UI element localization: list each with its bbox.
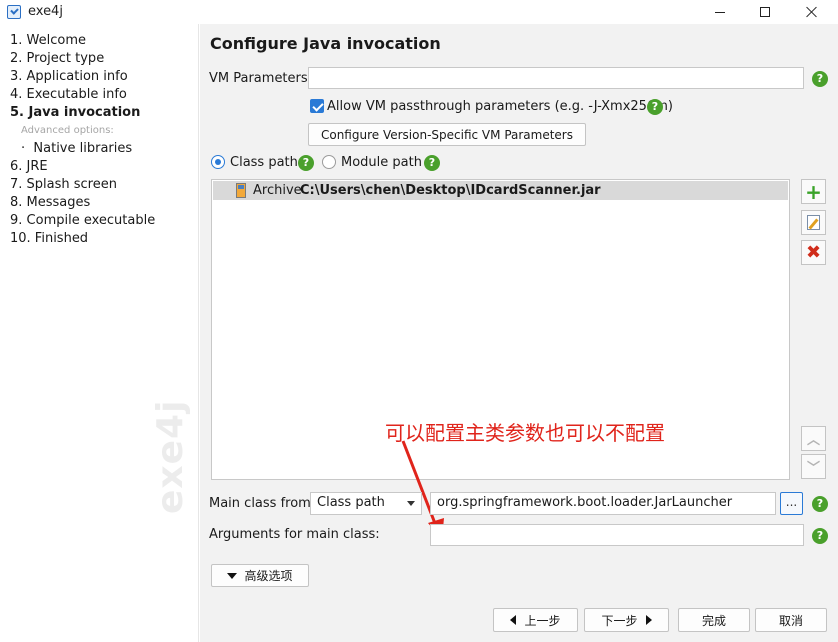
title-bar: exe4j bbox=[0, 0, 838, 24]
finish-button[interactable]: 完成 bbox=[678, 608, 750, 632]
close-icon bbox=[806, 6, 818, 18]
main-class-input[interactable]: org.springframework.boot.loader.JarLaunc… bbox=[430, 492, 776, 515]
modulepath-radio[interactable] bbox=[322, 155, 336, 169]
exe4j-watermark: exe4j bbox=[150, 399, 191, 514]
modulepath-radio-label: Module path bbox=[341, 155, 422, 170]
passthrough-help-icon[interactable]: ? bbox=[647, 99, 663, 115]
dropdown-caret-icon bbox=[407, 501, 415, 506]
entry-type: Archive bbox=[253, 183, 302, 198]
back-button[interactable]: 上一步 bbox=[493, 608, 578, 632]
minimize-button[interactable] bbox=[697, 0, 743, 24]
step-project-type[interactable]: 2. Project type bbox=[10, 51, 104, 66]
main-class-help-icon[interactable]: ? bbox=[812, 496, 828, 512]
main-class-source-select[interactable]: Class path bbox=[310, 492, 422, 515]
chevron-down-icon: ﹀ bbox=[806, 461, 820, 476]
remove-entry-button[interactable]: ✖ bbox=[801, 240, 826, 265]
window-title: exe4j bbox=[28, 4, 63, 19]
main-class-label: Main class from bbox=[209, 496, 311, 511]
passthrough-checkbox[interactable] bbox=[310, 99, 324, 113]
step-jre[interactable]: 6. JRE bbox=[10, 159, 48, 174]
step-application-info[interactable]: 3. Application info bbox=[10, 69, 128, 84]
move-up-button[interactable]: ︿ bbox=[801, 426, 826, 451]
advanced-options-button[interactable]: 高级选项 bbox=[211, 564, 309, 587]
triangle-down-icon bbox=[227, 572, 238, 579]
next-button-label: 下一步 bbox=[601, 613, 638, 628]
classpath-radio-label: Class path bbox=[230, 155, 298, 170]
step-splash-screen[interactable]: 7. Splash screen bbox=[10, 177, 117, 192]
step-native-libraries[interactable]: · Native libraries bbox=[21, 141, 132, 156]
step-native-libraries-label: Native libraries bbox=[33, 141, 133, 156]
bullet-icon: · bbox=[21, 141, 34, 156]
advanced-options-label: Advanced options: bbox=[21, 125, 114, 136]
back-button-label: 上一步 bbox=[524, 613, 561, 628]
arguments-help-icon[interactable]: ? bbox=[812, 528, 828, 544]
classpath-entry-row[interactable]: Archive C:\Users\chen\Desktop\IDcardScan… bbox=[213, 181, 788, 200]
step-java-invocation[interactable]: 5. Java invocation bbox=[10, 105, 140, 120]
step-messages[interactable]: 8. Messages bbox=[10, 195, 90, 210]
vm-parameters-input[interactable] bbox=[308, 67, 804, 89]
step-welcome[interactable]: 1. Welcome bbox=[10, 33, 86, 48]
next-button[interactable]: 下一步 bbox=[584, 608, 669, 632]
maximize-button[interactable] bbox=[742, 0, 788, 24]
edit-entry-button[interactable] bbox=[801, 210, 826, 235]
main-panel: Configure Java invocation VM Parameters:… bbox=[200, 24, 838, 642]
classpath-help-icon[interactable]: ? bbox=[298, 155, 314, 171]
wizard-step-list: 1. Welcome 2. Project type 3. Applicatio… bbox=[0, 24, 199, 642]
classpath-radio[interactable] bbox=[211, 155, 225, 169]
add-entry-button[interactable]: + bbox=[801, 179, 826, 204]
minimize-icon bbox=[715, 11, 725, 13]
page-title: Configure Java invocation bbox=[210, 34, 441, 53]
plus-icon: + bbox=[805, 179, 822, 204]
cancel-button[interactable]: 取消 bbox=[755, 608, 827, 632]
version-specific-vm-button[interactable]: Configure Version-Specific VM Parameters bbox=[308, 123, 586, 146]
triangle-right-icon bbox=[645, 615, 652, 625]
advanced-options-label: 高级选项 bbox=[244, 569, 293, 583]
triangle-left-icon bbox=[510, 615, 517, 625]
edit-icon bbox=[807, 215, 820, 230]
browse-main-class-button[interactable]: ... bbox=[780, 492, 803, 515]
arguments-input[interactable] bbox=[430, 524, 804, 546]
step-compile-executable[interactable]: 9. Compile executable bbox=[10, 213, 155, 228]
main-class-source-value: Class path bbox=[317, 495, 385, 510]
chevron-up-icon: ︿ bbox=[806, 433, 820, 448]
app-icon bbox=[7, 5, 21, 19]
move-down-button[interactable]: ﹀ bbox=[801, 454, 826, 479]
step-executable-info[interactable]: 4. Executable info bbox=[10, 87, 127, 102]
maximize-icon bbox=[760, 7, 770, 17]
passthrough-label: Allow VM passthrough parameters (e.g. -J… bbox=[327, 99, 673, 114]
entry-path: C:\Users\chen\Desktop\IDcardScanner.jar bbox=[300, 183, 601, 198]
vm-parameters-help-icon[interactable]: ? bbox=[812, 71, 828, 87]
jar-archive-icon bbox=[236, 183, 246, 198]
annotation-text: 可以配置主类参数也可以不配置 bbox=[385, 421, 665, 445]
modulepath-help-icon[interactable]: ? bbox=[424, 155, 440, 171]
close-button[interactable] bbox=[789, 0, 835, 24]
step-finished[interactable]: 10. Finished bbox=[10, 231, 88, 246]
vm-parameters-label: VM Parameters: bbox=[209, 71, 313, 86]
arguments-label: Arguments for main class: bbox=[209, 527, 380, 542]
remove-icon: ✖ bbox=[805, 241, 822, 263]
